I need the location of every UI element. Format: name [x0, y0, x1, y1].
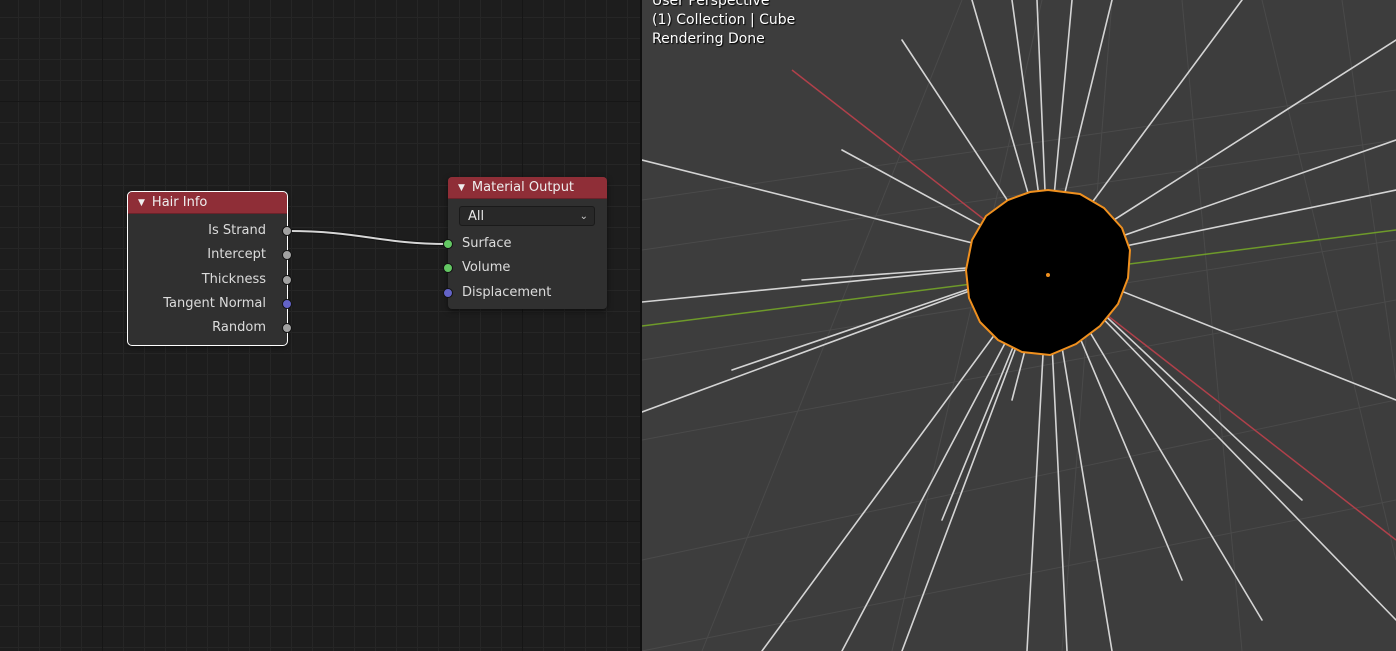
node-link-is-strand-to-surface[interactable] — [287, 229, 448, 246]
material-output-node-header[interactable]: ▼ Material Output — [448, 177, 607, 199]
viewport-scene — [642, 0, 1396, 651]
output-is-strand: Is Strand — [208, 222, 266, 240]
input-volume: Volume — [462, 259, 510, 277]
output-label: Tangent Normal — [163, 296, 266, 311]
view-name: User Perspective — [652, 0, 770, 9]
node-links — [287, 229, 448, 246]
hair-info-node-header[interactable]: ▼ Hair Info — [128, 192, 287, 214]
material-output-title: Material Output — [471, 180, 575, 195]
input-surface: Surface — [462, 235, 512, 253]
output-label: Thickness — [201, 272, 266, 287]
random-socket[interactable] — [282, 323, 292, 333]
input-label: Surface — [462, 236, 512, 251]
output-intercept: Intercept — [207, 246, 266, 264]
output-label: Random — [212, 320, 266, 335]
displacement-socket[interactable] — [443, 288, 453, 298]
thickness-socket[interactable] — [282, 275, 292, 285]
surface-socket[interactable] — [443, 239, 453, 249]
volume-socket[interactable] — [443, 263, 453, 273]
input-displacement: Displacement — [462, 284, 551, 302]
selected-object[interactable] — [964, 188, 1132, 357]
output-label: Intercept — [207, 247, 266, 262]
object-origin — [1046, 273, 1050, 277]
node-editor-canvas[interactable]: ▼ Hair Info Is Strand Intercept Thickness… — [0, 0, 640, 651]
tangent-normal-socket[interactable] — [282, 299, 292, 309]
output-tangent-normal: Tangent Normal — [163, 295, 266, 313]
material-output-node[interactable]: ▼ Material Output All ⌄ Surface Volume Di… — [443, 177, 607, 309]
target-select[interactable]: All ⌄ — [459, 206, 595, 226]
output-random: Random — [212, 319, 266, 337]
target-select-value: All — [468, 209, 485, 224]
input-label: Volume — [462, 260, 511, 275]
hair-info-node[interactable]: ▼ Hair Info Is Strand Intercept Thickness… — [127, 191, 292, 346]
is-strand-socket[interactable] — [282, 226, 292, 236]
intercept-socket[interactable] — [282, 250, 292, 260]
chevron-down-icon: ⌄ — [579, 211, 588, 222]
collapse-triangle-icon[interactable]: ▼ — [138, 198, 145, 208]
input-label: Displacement — [462, 285, 552, 300]
output-label: Is Strand — [208, 223, 266, 238]
3d-viewport[interactable]: User Perspective (1) Collection | Cube R… — [642, 0, 1396, 651]
render-status: Rendering Done — [652, 31, 765, 47]
hair-info-title: Hair Info — [151, 195, 208, 210]
collapse-triangle-icon[interactable]: ▼ — [458, 183, 465, 193]
output-thickness: Thickness — [202, 271, 266, 289]
collection-info: (1) Collection | Cube — [652, 12, 796, 28]
